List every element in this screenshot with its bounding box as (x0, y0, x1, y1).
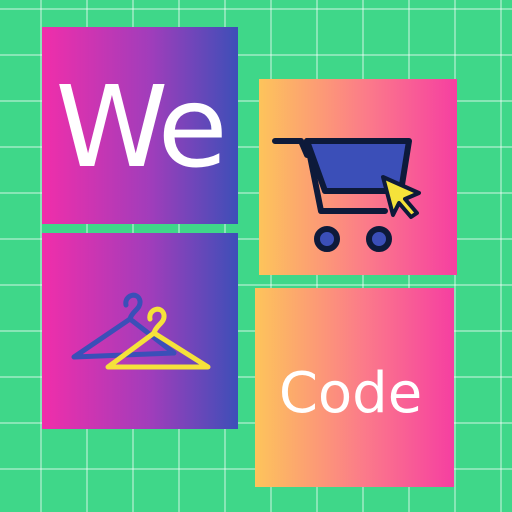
shopping-cart-icon (272, 138, 421, 252)
hanger-tile (42, 233, 238, 429)
we-wordmark: We (55, 62, 228, 193)
cart-tile (259, 79, 457, 275)
we-tile: We (42, 27, 238, 224)
code-tile: Code (255, 288, 454, 487)
clothes-hanger-icon (71, 292, 211, 370)
code-wordmark: Code (278, 360, 423, 426)
cursor-arrow-icon (381, 175, 421, 219)
